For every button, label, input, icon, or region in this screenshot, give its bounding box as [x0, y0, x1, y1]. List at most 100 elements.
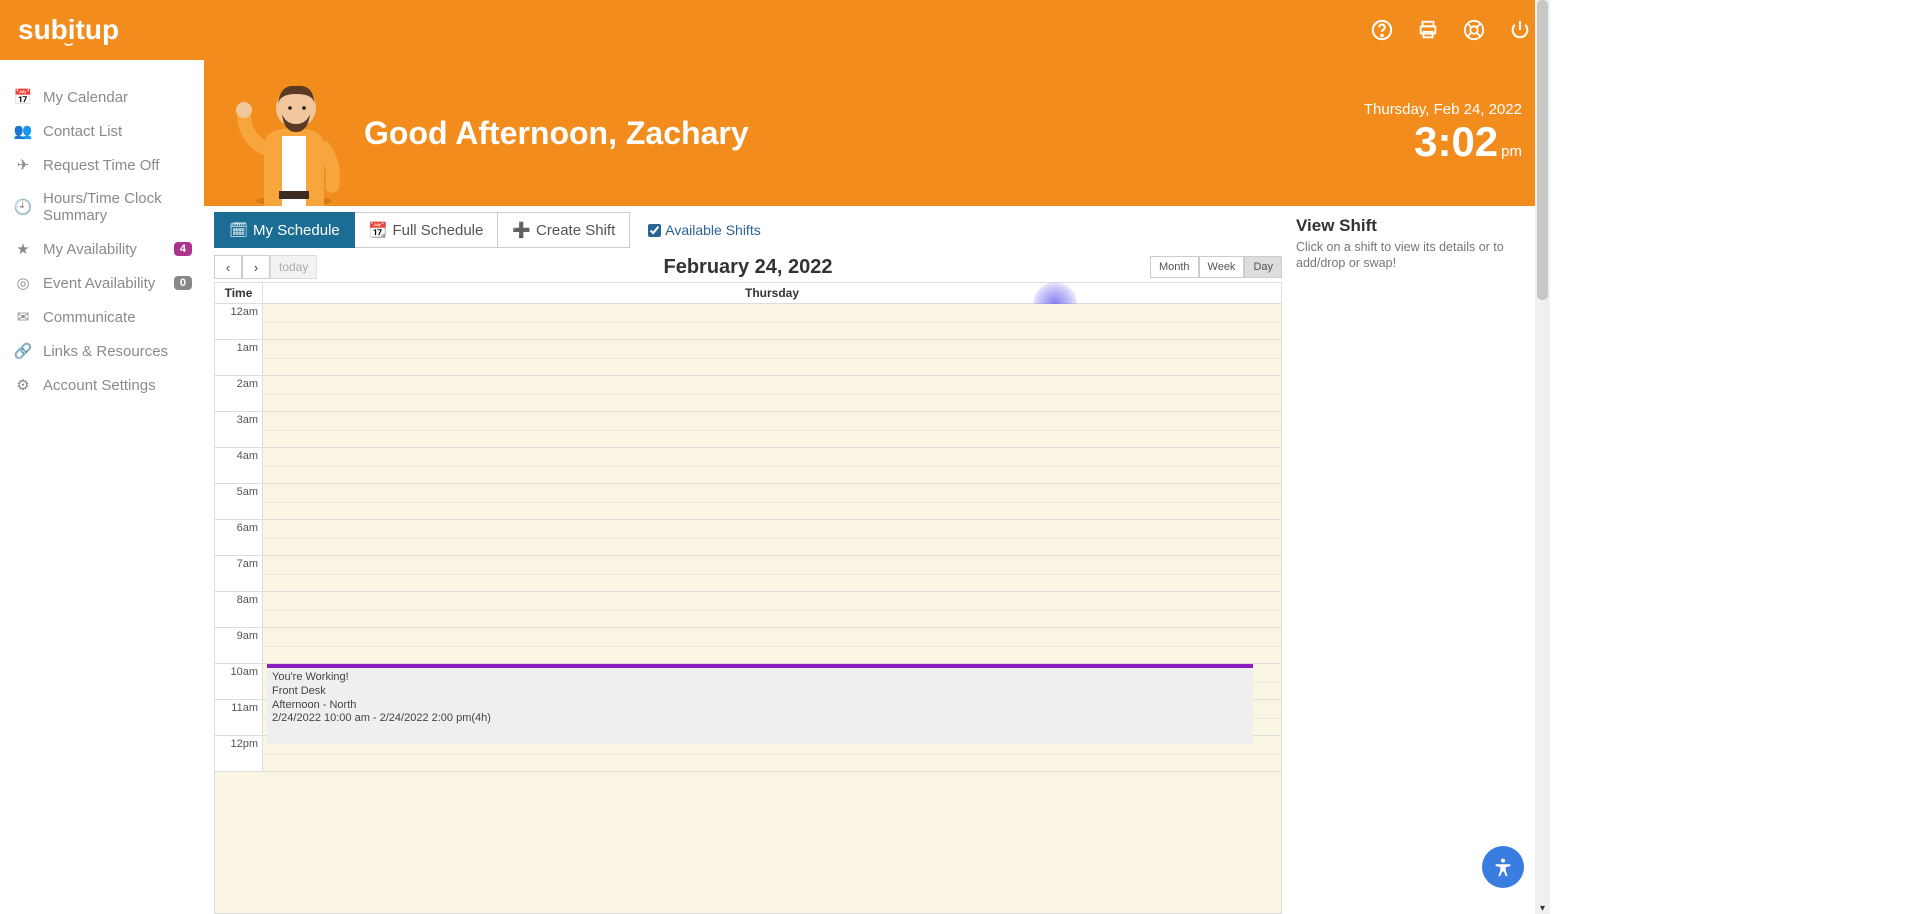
- view-month-button[interactable]: Month: [1150, 256, 1199, 278]
- plus-circle-icon: ➕: [512, 221, 531, 239]
- sidebar-item-hours-summary[interactable]: 🕘 Hours/Time Clock Summary: [0, 182, 204, 232]
- hour-label: 9am: [215, 628, 263, 663]
- calendar-header-row: Time Thursday: [214, 282, 1282, 304]
- time-slot[interactable]: [263, 520, 1281, 555]
- time-slot[interactable]: [263, 376, 1281, 411]
- current-time: 3:02: [1414, 118, 1498, 165]
- current-date: Thursday, Feb 24, 2022: [1364, 101, 1522, 118]
- hero-banner: Good Afternoon, Zachary Thursday, Feb 24…: [204, 60, 1550, 206]
- hour-label: 11am: [215, 700, 263, 735]
- hour-label: 8am: [215, 592, 263, 627]
- schedule-tabbar: 🗓 My Schedule 📆Full Schedule ➕ Create Shif…: [214, 212, 1282, 248]
- sidebar-item-label: Communicate: [43, 309, 136, 326]
- hour-label: 1am: [215, 340, 263, 375]
- tab-full-schedule[interactable]: 📆Full Schedule: [355, 212, 499, 248]
- clock-icon: 🕘: [14, 198, 32, 216]
- next-button[interactable]: ›: [242, 255, 270, 279]
- calendar-icon: 📅: [14, 88, 32, 106]
- prev-button[interactable]: ‹: [214, 255, 242, 279]
- sidebar: 📅 My Calendar 👥 Contact List ✈ Request Time…: [0, 60, 204, 914]
- sidebar-item-contact-list[interactable]: 👥 Contact List: [0, 114, 204, 148]
- tab-label: Create Shift: [536, 222, 615, 239]
- shift-location: Afternoon - North: [272, 699, 1248, 713]
- hero-avatar: [224, 66, 354, 206]
- calendar-body[interactable]: 12am 1am 2am 3am 4am 5am 6am 7am 8am 9am…: [214, 304, 1282, 914]
- shift-status: You're Working!: [272, 671, 1248, 685]
- tab-label: My Schedule: [253, 222, 340, 239]
- sidebar-item-label: Contact List: [43, 123, 122, 140]
- link-icon: 🔗: [14, 342, 32, 360]
- calendar-panel: 🗓 My Schedule 📆Full Schedule ➕ Create Shif…: [214, 212, 1282, 914]
- time-slot[interactable]: [263, 592, 1281, 627]
- users-icon: 👥: [14, 122, 32, 140]
- mail-icon: ✉: [14, 308, 32, 326]
- sidebar-item-label: Event Availability: [43, 275, 155, 292]
- shift-position: Front Desk: [272, 685, 1248, 699]
- time-slot[interactable]: [263, 340, 1281, 375]
- time-slot[interactable]: [263, 484, 1281, 519]
- sidebar-item-label: Hours/Time Clock Summary: [43, 190, 190, 224]
- sidebar-item-my-availability[interactable]: ★ My Availability 4: [0, 232, 204, 266]
- hour-label: 12am: [215, 304, 263, 339]
- hour-label: 12pm: [215, 736, 263, 771]
- help-icon[interactable]: [1370, 18, 1394, 42]
- top-header: subitup: [0, 0, 1550, 60]
- calendar-nav: ‹ › today February 24, 2022 Month Week D…: [214, 252, 1282, 282]
- available-shifts-toggle[interactable]: Available Shifts: [648, 222, 760, 238]
- time-slot[interactable]: [263, 412, 1281, 447]
- sidebar-item-communicate[interactable]: ✉ Communicate: [0, 300, 204, 334]
- sidebar-item-label: Account Settings: [43, 377, 156, 394]
- gear-icon: ⚙: [14, 376, 32, 394]
- hour-label: 3am: [215, 412, 263, 447]
- tab-my-schedule[interactable]: 🗓 My Schedule: [214, 212, 355, 248]
- time-column-header: Time: [215, 283, 263, 303]
- sidebar-item-account-settings[interactable]: ⚙ Account Settings: [0, 368, 204, 402]
- time-slot[interactable]: [263, 304, 1281, 339]
- view-week-button[interactable]: Week: [1199, 256, 1245, 278]
- view-shift-title: View Shift: [1296, 216, 1540, 236]
- hour-label: 6am: [215, 520, 263, 555]
- star-icon: ★: [14, 240, 32, 258]
- scroll-down-icon[interactable]: ▾: [1535, 903, 1550, 914]
- hour-label: 2am: [215, 376, 263, 411]
- view-day-button[interactable]: Day: [1244, 256, 1282, 278]
- view-shift-body: Click on a shift to view its details or …: [1296, 239, 1540, 272]
- tab-label: Full Schedule: [392, 222, 483, 239]
- scrollbar-thumb[interactable]: [1537, 0, 1548, 300]
- time-slot[interactable]: [263, 556, 1281, 591]
- hour-label: 7am: [215, 556, 263, 591]
- view-shift-panel: View Shift Click on a shift to view its …: [1294, 212, 1540, 914]
- sidebar-item-request-time-off[interactable]: ✈ Request Time Off: [0, 148, 204, 182]
- time-slot[interactable]: [263, 628, 1281, 663]
- power-icon[interactable]: [1508, 18, 1532, 42]
- today-button[interactable]: today: [270, 255, 317, 279]
- accessibility-fab[interactable]: [1482, 846, 1524, 888]
- greeting-text: Good Afternoon, Zachary: [364, 115, 749, 152]
- calendar-icon: 🗓: [229, 221, 248, 239]
- time-slot[interactable]: [263, 448, 1281, 483]
- hour-label: 5am: [215, 484, 263, 519]
- available-shifts-checkbox[interactable]: [648, 224, 661, 237]
- hour-label: 4am: [215, 448, 263, 483]
- event-badge: 0: [174, 276, 192, 290]
- print-icon[interactable]: [1416, 18, 1440, 42]
- availability-badge: 4: [174, 242, 192, 256]
- brand-logo: subitup: [18, 14, 119, 46]
- checkbox-label: Available Shifts: [665, 222, 760, 238]
- sidebar-item-label: My Calendar: [43, 89, 128, 106]
- sidebar-item-label: My Availability: [43, 241, 137, 258]
- sidebar-item-links-resources[interactable]: 🔗Links & Resources: [0, 334, 204, 368]
- sidebar-item-label: Request Time Off: [43, 157, 159, 174]
- calendar-icon: 📆: [369, 221, 388, 239]
- sidebar-item-event-availability[interactable]: ◎ Event Availability 0: [0, 266, 204, 300]
- shift-card[interactable]: You're Working! Front Desk Afternoon - N…: [267, 664, 1253, 744]
- page-scrollbar[interactable]: ▴ ▾: [1535, 0, 1550, 914]
- lifering-icon[interactable]: [1462, 18, 1486, 42]
- plane-icon: ✈: [14, 156, 32, 174]
- sidebar-item-my-calendar[interactable]: 📅 My Calendar: [0, 80, 204, 114]
- calendar-title: February 24, 2022: [664, 256, 833, 279]
- datetime-block: Thursday, Feb 24, 2022 3:02pm: [1364, 101, 1530, 166]
- day-column-header: Thursday: [263, 283, 1281, 303]
- tab-create-shift[interactable]: ➕ Create Shift: [498, 212, 630, 248]
- target-icon: ◎: [14, 274, 32, 292]
